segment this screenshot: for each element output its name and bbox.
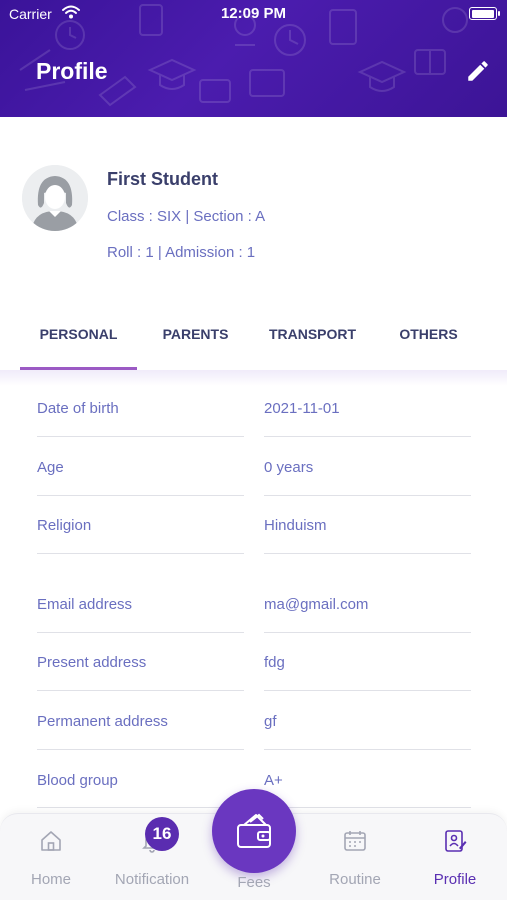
fees-label: Fees [237, 874, 271, 891]
tab-others[interactable]: OTHERS [370, 310, 487, 370]
profile-screen: Carrier 12:09 PM Profile First Student C… [0, 0, 507, 900]
nav-home-label: Home [30, 871, 71, 888]
profile-tabs: PERSONAL PARENTS TRANSPORT OTHERS [20, 310, 487, 370]
present-address-label: Present address [37, 654, 147, 671]
header: Carrier 12:09 PM Profile [0, 0, 507, 117]
permanent-address-label: Permanent address [37, 713, 168, 730]
present-address-value: fdg [264, 654, 285, 671]
clock: 12:09 PM [220, 5, 287, 22]
tab-transport[interactable]: TRANSPORT [254, 310, 371, 370]
battery-icon [469, 7, 500, 20]
nav-profile-label: Profile [433, 871, 477, 888]
blood-group-value: A+ [264, 772, 283, 789]
tab-personal[interactable]: PERSONAL [20, 310, 137, 370]
wallet-icon [237, 813, 271, 848]
nav-profile[interactable]: Profile [410, 814, 500, 900]
tabs-divider [0, 370, 507, 386]
blood-group-label: Blood group [37, 772, 118, 789]
permanent-address-value: gf [264, 713, 277, 730]
tab-parents[interactable]: PARENTS [137, 310, 254, 370]
email-value: ma@gmail.com [264, 596, 369, 613]
page-title: Profile [36, 58, 108, 84]
divider [264, 690, 471, 691]
nav-home[interactable]: Home [6, 814, 96, 900]
divider [37, 553, 244, 554]
divider [264, 632, 471, 633]
nav-routine-label: Routine [329, 871, 381, 888]
roll-admission-text: Roll : 1 | Admission : 1 [107, 244, 256, 261]
divider [264, 495, 471, 496]
nav-routine[interactable]: Routine [310, 814, 400, 900]
divider [264, 553, 471, 554]
age-label: Age [37, 459, 64, 476]
age-value: 0 years [264, 459, 314, 476]
home-icon [41, 831, 61, 851]
dob-value: 2021-11-01 [264, 400, 340, 417]
student-avatar-icon [22, 165, 88, 231]
dob-label: Date of birth [37, 400, 119, 417]
divider [37, 690, 244, 691]
divider [264, 436, 471, 437]
profile-document-icon [445, 830, 467, 852]
calendar-icon [344, 831, 366, 851]
class-section-text: Class : SIX | Section : A [107, 208, 266, 225]
status-bar: Carrier 12:09 PM [0, 0, 507, 28]
notification-count-badge: 16 [145, 817, 179, 851]
fees-button[interactable] [212, 789, 296, 873]
student-name: First Student [107, 169, 218, 189]
divider [264, 749, 471, 750]
edit-profile-button[interactable] [465, 58, 491, 84]
avatar [22, 165, 88, 231]
nav-notification-label: Notification [114, 871, 190, 888]
divider [37, 632, 244, 633]
divider [37, 495, 244, 496]
religion-label: Religion [37, 517, 92, 534]
divider [37, 436, 244, 437]
religion-value: Hinduism [264, 517, 327, 534]
email-label: Email address [37, 596, 133, 613]
divider [37, 749, 244, 750]
